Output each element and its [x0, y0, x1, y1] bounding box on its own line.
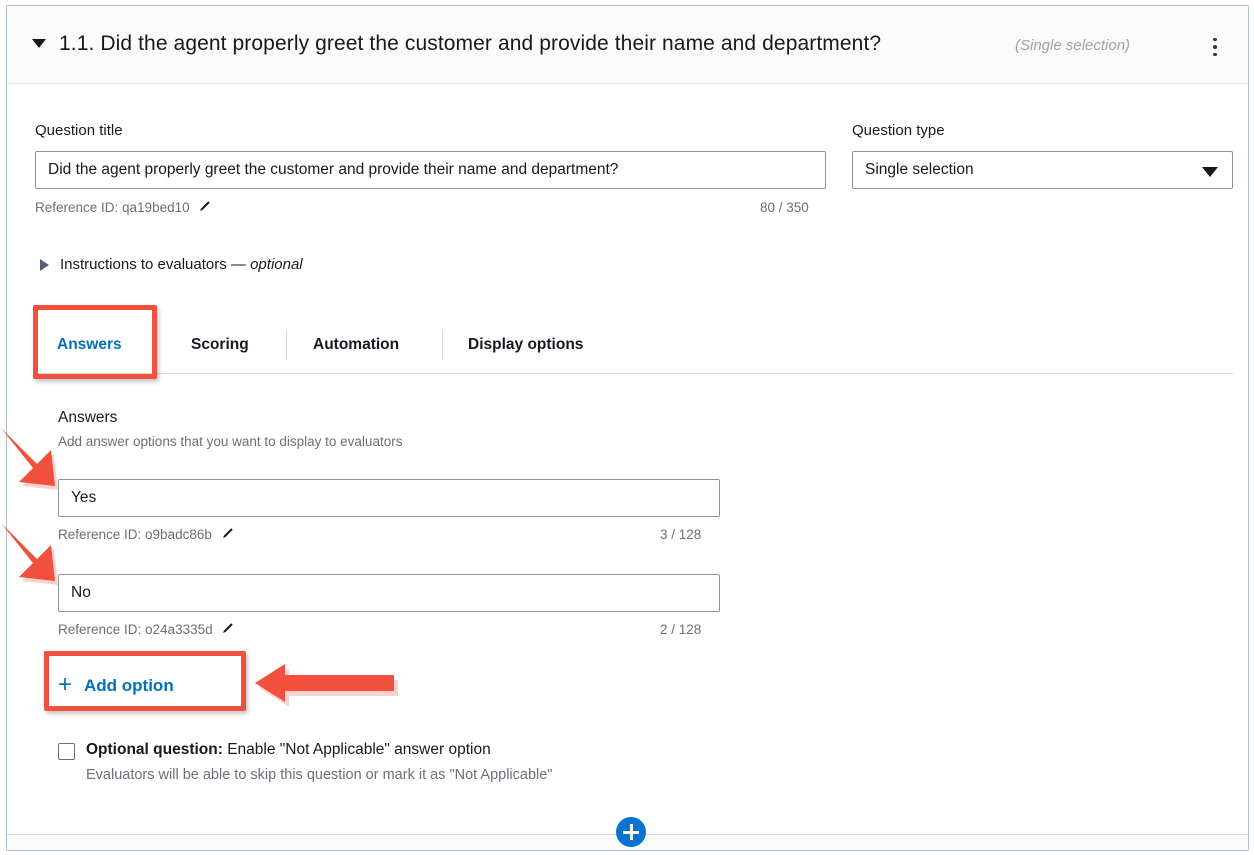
caret-right-icon: [40, 259, 49, 271]
tab-divider-2: [442, 330, 443, 360]
add-option-label: Add option: [84, 676, 174, 696]
question-title-reference-text: Reference ID: qa19bed10: [35, 200, 190, 215]
tab-answers[interactable]: Answers: [57, 316, 122, 373]
question-title-reference-id[interactable]: Reference ID: qa19bed10: [35, 200, 211, 216]
question-card-header: 1.1. Did the agent properly greet the cu…: [7, 6, 1248, 84]
instructions-optional-text: optional: [250, 256, 303, 273]
optional-question-strong-label: Optional question:: [86, 741, 223, 758]
tab-display-options[interactable]: Display options: [468, 316, 583, 373]
answer-option-char-count-1: 3 / 128: [660, 527, 701, 542]
answer-option-reference-text-2: Reference ID: o24a3335d: [58, 622, 213, 637]
optional-question-checkbox[interactable]: [58, 743, 75, 760]
question-title-char-count: 80 / 350: [760, 200, 809, 215]
optional-question-description: Evaluators will be able to skip this que…: [86, 767, 552, 783]
question-card: 1.1. Did the agent properly greet the cu…: [6, 5, 1249, 851]
question-title-label: Question title: [35, 122, 123, 139]
add-option-button[interactable]: + Add option: [58, 664, 184, 708]
screenshot-root: 1.1. Did the agent properly greet the cu…: [0, 0, 1254, 855]
answers-section-subtitle: Add answer options that you want to disp…: [58, 434, 402, 449]
pencil-icon[interactable]: [221, 527, 234, 543]
question-type-select[interactable]: Single selection: [852, 151, 1233, 189]
pencil-icon[interactable]: [221, 622, 234, 638]
chevron-down-icon: [1202, 167, 1218, 177]
answer-option-reference-text-1: Reference ID: o9badc86b: [58, 527, 212, 542]
tab-automation[interactable]: Automation: [313, 316, 399, 373]
answer-option-reference-id-1[interactable]: Reference ID: o9badc86b: [58, 527, 234, 543]
caret-down-icon[interactable]: [32, 39, 46, 48]
question-type-value: Single selection: [865, 161, 974, 179]
instructions-expander-label: Instructions to evaluators — optional: [60, 256, 303, 273]
answer-option-char-count-2: 2 / 128: [660, 622, 701, 637]
instructions-label-text: Instructions to evaluators —: [60, 256, 250, 273]
answer-option-input-2[interactable]: [58, 574, 720, 612]
question-header-type-hint: (Single selection): [1015, 37, 1130, 54]
tab-bar-underline: [35, 373, 1233, 374]
question-card-body: Question title Reference ID: qa19bed10 8…: [7, 84, 1248, 850]
plus-circle-icon[interactable]: [616, 817, 646, 847]
kebab-menu-icon[interactable]: [1204, 30, 1226, 64]
answer-option-input-1[interactable]: [58, 479, 720, 517]
optional-question-rest-label: Enable "Not Applicable" answer option: [223, 741, 491, 758]
question-title-input[interactable]: [35, 151, 826, 189]
plus-icon: +: [58, 673, 72, 697]
pencil-icon[interactable]: [198, 200, 211, 216]
optional-question-label: Optional question: Enable "Not Applicabl…: [86, 741, 491, 759]
instructions-expander[interactable]: Instructions to evaluators — optional: [40, 256, 303, 273]
tab-scoring[interactable]: Scoring: [191, 316, 249, 373]
question-header-title: 1.1. Did the agent properly greet the cu…: [59, 32, 881, 56]
answer-option-reference-id-2[interactable]: Reference ID: o24a3335d: [58, 622, 234, 638]
answers-section-title: Answers: [58, 409, 117, 427]
tab-divider-1: [286, 330, 287, 360]
tab-bar: Answers Scoring Automation Display optio…: [35, 316, 1233, 374]
question-type-label: Question type: [852, 122, 945, 139]
